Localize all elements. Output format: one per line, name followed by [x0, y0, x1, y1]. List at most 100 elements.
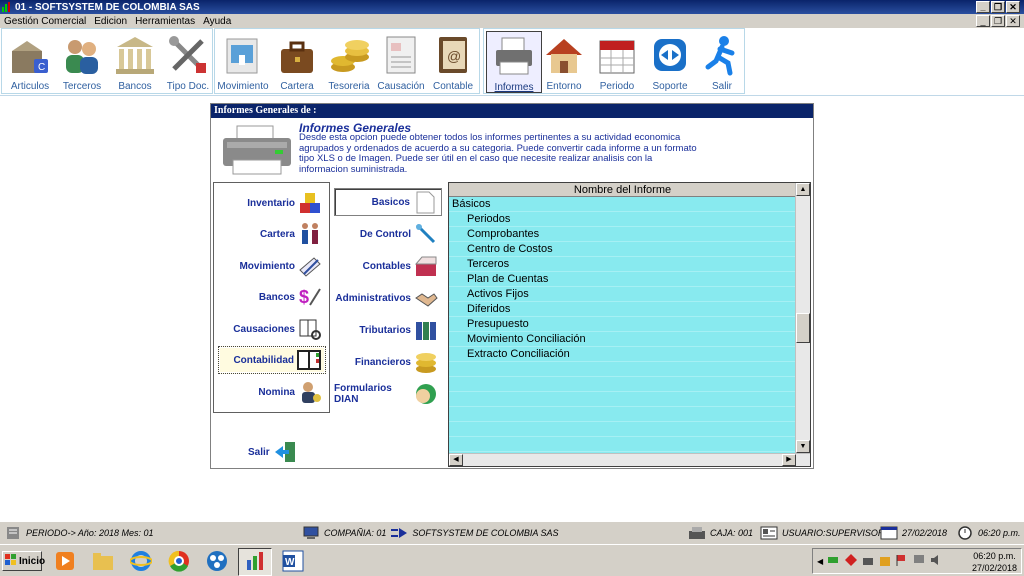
dian-form-icon: [414, 382, 438, 406]
scroll-right-icon[interactable]: ▶: [782, 454, 796, 466]
toolbar-soporte-button[interactable]: Soporte: [642, 31, 698, 93]
calendar-small-icon: [880, 526, 898, 540]
scroll-down-icon[interactable]: ▼: [796, 440, 810, 453]
category-inventario[interactable]: Inventario: [218, 189, 326, 217]
taskbar-word[interactable]: W: [276, 548, 310, 576]
toolbar-movimiento-button[interactable]: Movimiento: [215, 31, 271, 93]
toolbar-group-operations: Movimiento Cartera Tesoreria Causación @…: [214, 28, 480, 94]
panel-exit-button[interactable]: Salir: [248, 439, 298, 465]
toolbar-periodo-button[interactable]: Periodo: [589, 31, 645, 93]
subcategory-list: Basicos De Control Contables Administrat…: [332, 184, 446, 411]
cash-register-icon: [688, 526, 706, 540]
category-causaciones[interactable]: Causaciones: [218, 315, 326, 343]
report-row[interactable]: Extracto Conciliación: [449, 347, 796, 362]
category-movimiento[interactable]: Movimiento: [218, 252, 326, 280]
toolbar-terceros-button[interactable]: Terceros: [54, 31, 110, 93]
taskbar-file-explorer[interactable]: [86, 548, 120, 576]
scroll-left-icon[interactable]: ◀: [449, 454, 463, 466]
tray-arrow-icon[interactable]: ◀: [817, 557, 823, 566]
house-icon: [542, 33, 586, 77]
subcategory-administrativos[interactable]: Administrativos: [334, 284, 442, 312]
report-row[interactable]: Presupuesto: [449, 317, 796, 332]
status-bar: PERIODO-> Año: 2018 Mes: 01 COMPAÑIA: 01…: [0, 522, 1024, 544]
tray-bag-icon[interactable]: [879, 554, 891, 569]
toolbar-causacion-button[interactable]: Causación: [373, 31, 429, 93]
people-icon: [60, 33, 104, 77]
svg-text:W: W: [285, 557, 295, 568]
minimize-button[interactable]: _: [976, 1, 990, 13]
tray-shield-icon[interactable]: [845, 553, 858, 569]
toolbar-entorno-button[interactable]: Entorno: [536, 31, 592, 93]
tools-icon: [166, 33, 210, 77]
svg-text:@: @: [447, 48, 461, 64]
category-contabilidad[interactable]: Contabilidad: [218, 346, 326, 374]
report-row[interactable]: Periodos: [449, 212, 796, 227]
menu-gestion-comercial[interactable]: Gestión Comercial: [0, 16, 90, 27]
folder-icon: [92, 551, 114, 574]
tray-flag-icon[interactable]: [896, 554, 908, 569]
handshake-icon: [414, 286, 438, 310]
mdi-restore-button[interactable]: ❐: [991, 15, 1005, 27]
toolbar-bancos-button[interactable]: Bancos: [107, 31, 163, 93]
report-row[interactable]: Diferidos: [449, 302, 796, 317]
toolbar-tipo-doc-button[interactable]: Tipo Doc.: [160, 31, 216, 93]
report-row[interactable]: Terceros: [449, 257, 796, 272]
status-time: 06:20 p.m.: [956, 526, 1021, 540]
toolbar-tesoreria-button[interactable]: Tesoreria: [321, 31, 377, 93]
toolbar-contable-button[interactable]: @ Contable: [425, 31, 481, 93]
info-text: Desde esta opcion puede obtener todos lo…: [299, 132, 697, 175]
vertical-scrollbar[interactable]: ▲ ▼: [795, 183, 810, 453]
subcategory-contables[interactable]: Contables: [334, 252, 442, 280]
menu-edicion[interactable]: Edicion: [90, 16, 131, 27]
close-button[interactable]: ✕: [1006, 1, 1020, 13]
mdi-close-button[interactable]: ✕: [1006, 15, 1020, 27]
subcategory-de-control[interactable]: De Control: [334, 220, 442, 248]
taskbar-softsystem[interactable]: [238, 548, 272, 576]
softsystem-icon: [244, 550, 266, 575]
taskbar-chrome[interactable]: [162, 548, 196, 576]
report-row[interactable]: Centro de Costos: [449, 242, 796, 257]
report-row[interactable]: Movimiento Conciliación: [449, 332, 796, 347]
taskbar-clock[interactable]: 06:20 p.m. 27/02/2018: [972, 550, 1017, 574]
subcategory-financieros[interactable]: Financieros: [334, 348, 442, 376]
taskbar: Inicio W ◀ 06:20 p.m. 27/02/2018: [0, 544, 1024, 576]
app-circles-icon: [206, 550, 228, 575]
tray-monitor-icon[interactable]: [913, 554, 925, 569]
start-button[interactable]: Inicio: [2, 551, 45, 571]
report-row[interactable]: Plan de Cuentas: [449, 272, 796, 287]
report-row[interactable]: Comprobantes: [449, 227, 796, 242]
empty-row: [449, 377, 796, 392]
taskbar-app-circles[interactable]: [200, 548, 234, 576]
toolbar-salir-button[interactable]: Salir: [694, 31, 750, 93]
scroll-up-icon[interactable]: ▲: [796, 183, 810, 196]
category-bancos[interactable]: Bancos $: [218, 283, 326, 311]
subcategory-formularios-dian[interactable]: Formularios DIAN: [334, 380, 442, 408]
toolbar-informes-button[interactable]: Informes: [486, 31, 542, 93]
tray-network-icon[interactable]: [862, 554, 874, 569]
report-group-row[interactable]: Básicos: [449, 197, 796, 212]
toolbar-articulos-button[interactable]: C Articulos: [2, 31, 58, 93]
mdi-minimize-button[interactable]: _: [976, 15, 990, 27]
category-nomina[interactable]: Nomina: [218, 378, 326, 406]
word-icon: W: [282, 550, 304, 575]
coins-icon: [327, 33, 371, 77]
subcategory-basicos[interactable]: Basicos: [334, 188, 442, 216]
subcategory-tributarios[interactable]: Tributarios: [334, 316, 442, 344]
report-row[interactable]: Activos Fijos: [449, 287, 796, 302]
media-player-icon: [55, 551, 75, 574]
empty-row: [449, 407, 796, 422]
restore-button[interactable]: ❐: [991, 1, 1005, 13]
taskbar-media-player[interactable]: [48, 548, 82, 576]
menu-herramientas[interactable]: Herramientas: [131, 16, 199, 27]
tray-battery-icon[interactable]: [828, 555, 840, 568]
menu-ayuda[interactable]: Ayuda: [199, 16, 235, 27]
scroll-thumb[interactable]: [796, 313, 810, 343]
briefcase-icon: [275, 33, 319, 77]
category-cartera[interactable]: Cartera: [218, 220, 326, 248]
blank-page-icon: [413, 190, 437, 214]
toolbar-cartera-button[interactable]: Cartera: [269, 31, 325, 93]
toolbar-group-system: Informes Entorno Periodo Soporte Salir: [483, 28, 745, 94]
horizontal-scrollbar[interactable]: ◀ ▶: [449, 453, 810, 466]
taskbar-internet-explorer[interactable]: [124, 548, 158, 576]
tray-volume-icon[interactable]: [930, 554, 942, 569]
